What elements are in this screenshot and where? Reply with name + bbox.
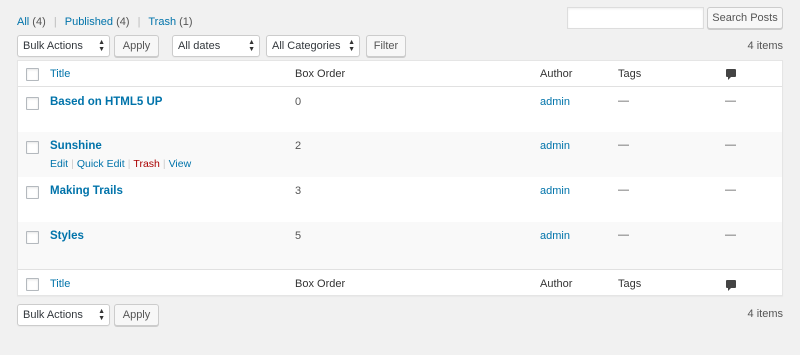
speech-bubble-icon [726,69,736,80]
search-input[interactable] [567,7,704,29]
post-title-link[interactable]: Based on HTML5 UP [50,96,162,108]
view-published-link[interactable]: Published [65,16,113,28]
title-column-header[interactable]: Title [50,68,70,80]
view-trash-link[interactable]: Trash [148,16,176,28]
author-column-header: Author [540,68,573,80]
up-down-arrows-icon: ▲ ▼ [248,39,255,53]
row-checkbox[interactable] [26,97,39,110]
box-order-value: 2 [295,140,302,152]
box-order-value: 0 [295,96,302,108]
up-down-arrows-icon: ▲ ▼ [98,308,105,322]
post-title-link[interactable]: Sunshine [50,140,102,152]
table-footer: Title Box Order Author Tags [18,269,782,296]
separator: | [53,16,57,28]
bulk-actions-value: Bulk Actions [23,40,83,52]
view-link[interactable]: View [169,158,192,170]
view-published-count: (4) [116,16,130,28]
box-order-column-header: Box Order [295,68,346,80]
items-count-top: 4 items [747,40,783,52]
bulk-actions-select-top[interactable]: Bulk Actions ▲ ▼ [17,35,110,57]
select-all-checkbox[interactable] [26,68,39,81]
box-order-value: 3 [295,185,302,197]
trash-link[interactable]: Trash [133,158,159,170]
author-link[interactable]: admin [540,230,570,242]
view-all-link[interactable]: All [17,16,29,28]
tags-value: — [618,229,629,241]
table-row: Based on HTML5 UP 0 admin — — [18,88,782,132]
date-filter-select[interactable]: All dates ▲ ▼ [172,35,260,57]
comments-value: — [725,184,736,196]
table-row: Making Trails 3 admin — — [18,177,782,222]
separator: | [162,158,166,170]
table-row: Sunshine Edit | Quick Edit | Trash | View 2 ad… [18,132,782,177]
apply-button-top[interactable]: Apply [114,35,159,57]
apply-button-bottom[interactable]: Apply [114,304,159,326]
author-link[interactable]: admin [540,140,570,152]
table-header: Title Box Order Author Tags [18,61,782,87]
speech-bubble-icon [726,280,736,291]
up-down-arrows-icon: ▲ ▼ [348,39,355,53]
post-title-link[interactable]: Styles [50,230,84,242]
tags-column-footer: Tags [618,278,642,290]
row-actions: Edit | Quick Edit | Trash | View [50,158,191,170]
post-status-views: All (4) | Published (4) | Trash (1) [17,16,193,28]
comments-value: — [725,95,736,107]
posts-table: Title Box Order Author Tags Based on HTM… [17,60,783,296]
category-filter-value: All Categories [272,40,341,52]
author-column-footer: Author [540,278,573,290]
comments-value: — [725,229,736,241]
table-row: Styles 5 admin — — [18,222,782,269]
date-filter-value: All dates [178,40,221,52]
author-link[interactable]: admin [540,96,570,108]
comments-value: — [725,139,736,151]
row-checkbox[interactable] [26,186,39,199]
row-checkbox[interactable] [26,141,39,154]
separator: | [137,16,141,28]
box-order-value: 5 [295,230,302,242]
author-link[interactable]: admin [540,185,570,197]
select-all-checkbox[interactable] [26,278,39,291]
row-checkbox[interactable] [26,231,39,244]
bulk-actions-value: Bulk Actions [23,309,83,321]
search-posts-button[interactable]: Search Posts [707,7,783,29]
tags-value: — [618,95,629,107]
bulk-actions-select-bottom[interactable]: Bulk Actions ▲ ▼ [17,304,110,326]
view-trash-count: (1) [179,16,193,28]
filter-button[interactable]: Filter [366,35,406,57]
view-all-count: (4) [32,16,46,28]
quick-edit-link[interactable]: Quick Edit [77,158,125,170]
box-order-column-footer: Box Order [295,278,346,290]
post-title-link[interactable]: Making Trails [50,185,123,197]
title-column-footer[interactable]: Title [50,278,70,290]
separator: | [127,158,131,170]
category-filter-select[interactable]: All Categories ▲ ▼ [266,35,360,57]
tags-value: — [618,139,629,151]
items-count-bottom: 4 items [747,308,783,320]
tags-value: — [618,184,629,196]
tags-column-header: Tags [618,68,642,80]
separator: | [71,158,74,170]
edit-link[interactable]: Edit [50,158,68,170]
up-down-arrows-icon: ▲ ▼ [98,39,105,53]
